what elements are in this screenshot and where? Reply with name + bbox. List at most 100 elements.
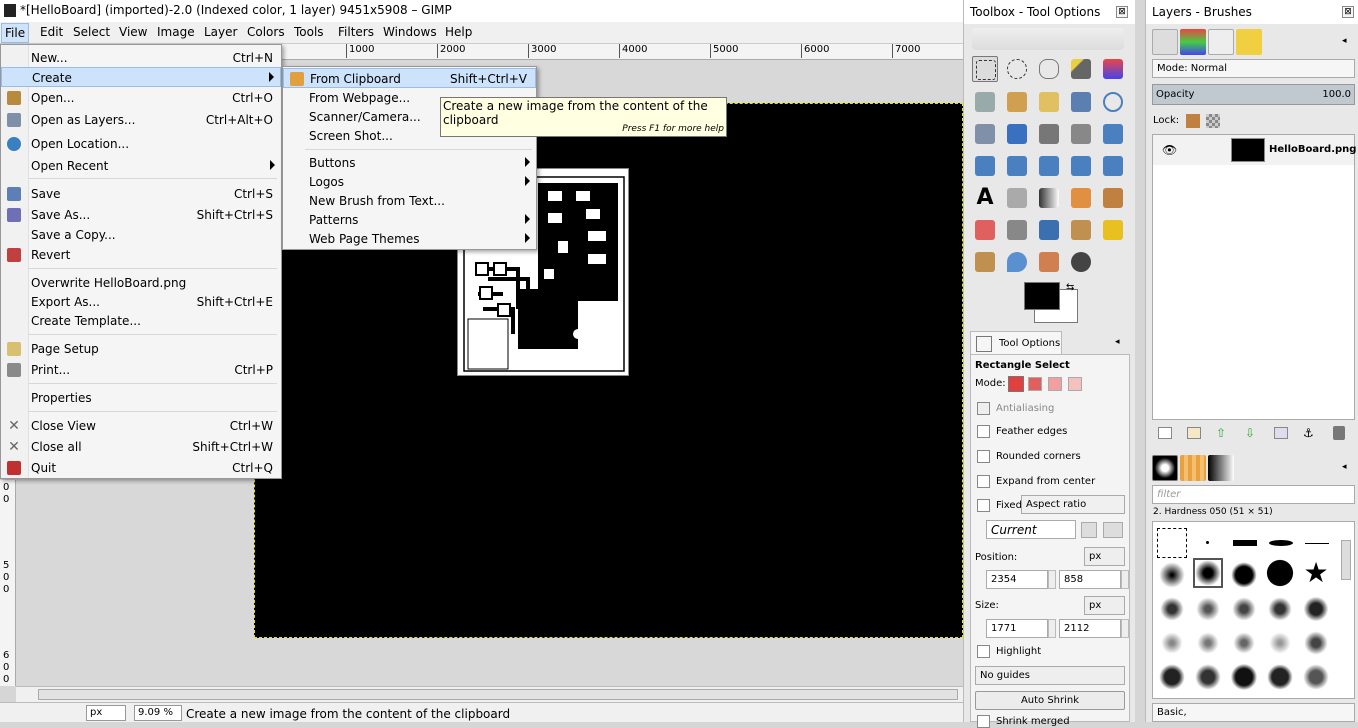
brush-item[interactable] (1301, 594, 1331, 624)
scale-tool[interactable] (972, 153, 998, 179)
wilber-drop-zone[interactable] (972, 28, 1124, 50)
flip-tool[interactable] (1068, 153, 1094, 179)
brush-item[interactable] (1301, 628, 1331, 658)
menu-item-create[interactable]: Create (1, 67, 281, 87)
brush-item[interactable] (1193, 594, 1223, 624)
size-width-spinner[interactable] (1048, 619, 1056, 638)
close-icon[interactable]: ⊠ (1116, 6, 1128, 18)
menu-item-from-clipboard[interactable]: From Clipboard Shift+Ctrl+V (283, 68, 536, 88)
position-x-input[interactable]: 2354 (986, 570, 1048, 589)
menu-item-close-view[interactable]: ✕ Close View Ctrl+W (1, 416, 281, 436)
menu-item-open[interactable]: Open... Ctrl+O (1, 88, 281, 108)
menu-item-revert[interactable]: Revert (1, 245, 281, 265)
duplicate-layer-icon[interactable] (1274, 427, 1288, 439)
brush-item[interactable] (1193, 662, 1223, 692)
swap-colors-icon[interactable]: ⇆ (1066, 282, 1076, 293)
brush-tag-select[interactable]: Basic, (1152, 703, 1355, 722)
tab-layers[interactable] (1152, 29, 1178, 55)
mode-add-icon[interactable] (1028, 377, 1042, 391)
menu-item-patterns[interactable]: Patterns (283, 210, 536, 230)
brush-scrollbar[interactable] (1341, 540, 1351, 580)
menu-file[interactable]: File (1, 23, 30, 43)
menu-select[interactable]: Select (73, 25, 110, 39)
crop-tool[interactable] (1068, 121, 1094, 147)
menu-item-open-recent[interactable]: Open Recent (1, 156, 281, 176)
brush-item[interactable] (1265, 558, 1295, 588)
brush-item[interactable] (1157, 628, 1187, 658)
new-layer-group-icon[interactable] (1187, 427, 1201, 439)
brush-item[interactable] (1229, 560, 1259, 590)
rotate-tool[interactable] (1100, 121, 1126, 147)
paths-tool[interactable] (1036, 89, 1062, 115)
fixed-mode-select[interactable]: Aspect ratio (1021, 495, 1125, 514)
opacity-slider[interactable]: Opacity 100.0 (1152, 84, 1355, 105)
rect-select-tool[interactable] (972, 56, 998, 82)
menu-item-page-setup[interactable]: Page Setup (1, 339, 281, 359)
menu-item-logos[interactable]: Logos (283, 172, 536, 192)
new-layer-icon[interactable] (1158, 427, 1172, 439)
menu-item-close-all[interactable]: ✕ Close all Shift+Ctrl+W (1, 437, 281, 457)
tab-menu-icon[interactable]: ◂ (1342, 36, 1347, 46)
airbrush-tool[interactable] (1004, 217, 1030, 243)
brush-item[interactable] (1157, 662, 1187, 692)
tab-gradients[interactable] (1208, 455, 1234, 481)
brush-item[interactable] (1265, 528, 1295, 558)
lower-layer-icon[interactable]: ⇩ (1245, 426, 1257, 440)
mode-intersect-icon[interactable] (1068, 377, 1082, 391)
brush-item[interactable] (1193, 628, 1223, 658)
close-icon[interactable]: ⊠ (1342, 6, 1354, 18)
brush-filter-input[interactable]: filter (1152, 485, 1355, 504)
anchor-layer-icon[interactable]: ⚓ (1303, 426, 1315, 440)
select-by-color-tool[interactable] (1100, 56, 1126, 82)
text-tool[interactable]: A (972, 185, 998, 211)
menu-view[interactable]: View (119, 25, 147, 39)
menu-image[interactable]: Image (157, 25, 195, 39)
brush-item[interactable] (1301, 528, 1331, 558)
lock-pixels-icon[interactable] (1186, 114, 1200, 128)
highlight-checkbox[interactable] (977, 645, 990, 658)
feather-edges-checkbox[interactable] (977, 425, 990, 438)
lock-alpha-icon[interactable] (1206, 114, 1220, 128)
brush-item-selected[interactable] (1193, 558, 1223, 588)
tab-patterns[interactable] (1180, 455, 1206, 481)
auto-shrink-button[interactable]: Auto Shrink (975, 691, 1125, 710)
clone-tool[interactable] (1068, 217, 1094, 243)
eraser-tool[interactable] (972, 217, 998, 243)
mode-replace-icon[interactable] (1008, 376, 1024, 392)
mode-subtract-icon[interactable] (1048, 377, 1062, 391)
portrait-icon[interactable] (1081, 522, 1097, 538)
tab-menu-icon[interactable]: ◂ (1342, 462, 1347, 472)
foreground-color-swatch[interactable] (1024, 282, 1060, 310)
fuzzy-select-tool[interactable] (1068, 56, 1094, 82)
menu-item-create-template[interactable]: Create Template... (1, 311, 281, 331)
menu-tools[interactable]: Tools (294, 25, 324, 39)
scrollbar-thumb[interactable] (38, 689, 958, 700)
menu-edit[interactable]: Edit (40, 25, 63, 39)
dodge-burn-tool[interactable] (1068, 249, 1094, 275)
brush-item[interactable] (1229, 528, 1259, 558)
heal-tool[interactable] (1100, 217, 1126, 243)
menu-item-save-as[interactable]: Save As... Shift+Ctrl+S (1, 205, 281, 225)
bucket-fill-tool[interactable] (1004, 185, 1030, 211)
menu-item-print[interactable]: Print... Ctrl+P (1, 360, 281, 380)
perspective-tool[interactable] (1036, 153, 1062, 179)
layer-mode-select[interactable]: Mode: Normal (1152, 59, 1355, 78)
smudge-tool[interactable] (1036, 249, 1062, 275)
perspective-clone-tool[interactable] (972, 249, 998, 275)
horizontal-scrollbar[interactable] (16, 686, 963, 702)
tab-channels[interactable] (1180, 29, 1206, 55)
delete-layer-icon[interactable] (1333, 426, 1345, 440)
brush-item[interactable] (1193, 528, 1223, 558)
unit-select[interactable]: px (86, 705, 126, 721)
tab-undo-history[interactable] (1236, 29, 1262, 55)
menu-item-open-location[interactable]: Open Location... (1, 134, 281, 154)
menu-item-open-as-layers[interactable]: Open as Layers... Ctrl+Alt+O (1, 110, 281, 130)
menu-item-new[interactable]: New... Ctrl+N (1, 48, 281, 68)
menu-item-properties[interactable]: Properties (1, 388, 281, 408)
menu-layer[interactable]: Layer (204, 25, 237, 39)
move-tool[interactable] (1004, 121, 1030, 147)
menu-colors[interactable]: Colors (247, 25, 285, 39)
menu-item-overwrite[interactable]: Overwrite HelloBoard.png (1, 273, 281, 293)
color-picker-tool[interactable] (1068, 89, 1094, 115)
layer-row[interactable]: 👁 HelloBoard.png (1153, 135, 1356, 165)
